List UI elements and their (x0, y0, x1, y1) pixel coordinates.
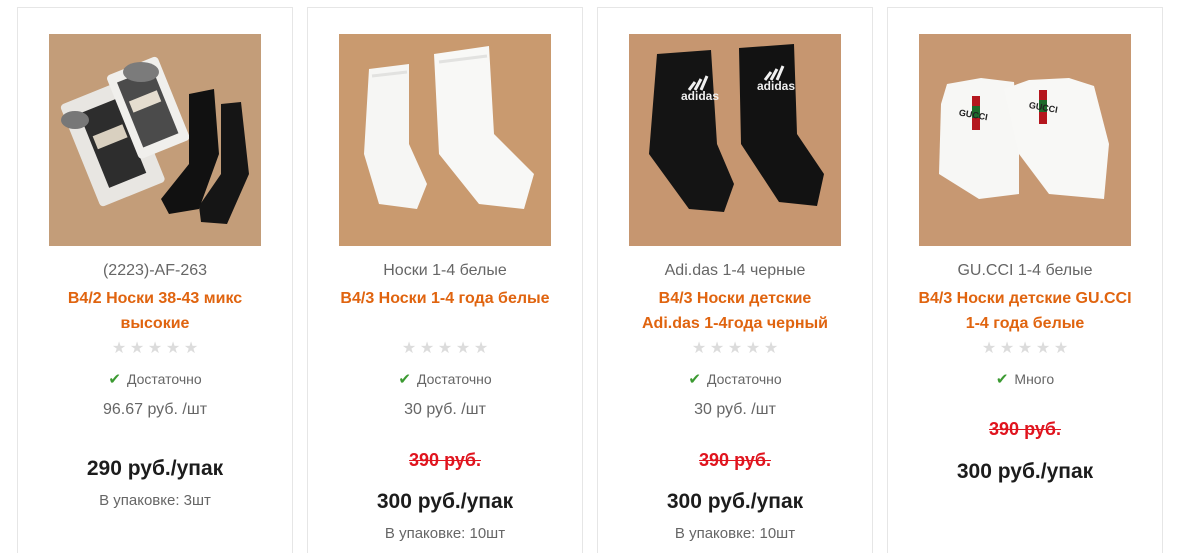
adidas-logo: adidas (757, 79, 795, 93)
star-icon[interactable]: ★ (981, 341, 997, 357)
old-price: 390 руб. (409, 450, 481, 470)
stock-status: ✔ Много (888, 370, 1162, 388)
product-image[interactable]: adidas adidas (629, 34, 841, 246)
product-article: Носки 1-4 белые (383, 262, 507, 279)
stock-status: ✔ Достаточно (598, 370, 872, 388)
star-icon[interactable]: ★ (727, 341, 743, 357)
product-card[interactable]: Носки 1-4 белые В4/3 Носки 1-4 года белы… (307, 7, 583, 553)
product-title-link[interactable]: В4/3 Носки 1-4 года белые (338, 286, 552, 311)
unit-price: 30 руб. /шт (694, 401, 776, 418)
check-icon: ✔ (108, 371, 121, 388)
pack-quantity: В упаковке: 10шт (674, 525, 796, 542)
product-article: Adi.das 1-4 черные (664, 262, 806, 279)
star-icon[interactable]: ★ (165, 341, 181, 357)
product-image[interactable] (49, 34, 261, 246)
star-icon[interactable]: ★ (183, 341, 199, 357)
product-title-link[interactable]: В4/3 Носки детские Adi.das 1-4года черны… (628, 286, 842, 336)
old-price: 390 руб. (699, 450, 771, 470)
product-image[interactable] (339, 34, 551, 246)
pack-quantity: В упаковке: 10шт (384, 525, 506, 542)
star-icon[interactable]: ★ (129, 341, 145, 357)
star-icon[interactable]: ★ (745, 341, 761, 357)
star-icon[interactable]: ★ (437, 341, 453, 357)
adidas-logo: adidas (681, 89, 719, 103)
pack-price: 300 руб./упак (376, 490, 514, 513)
old-price: 390 руб. (989, 419, 1061, 439)
unit-price: 30 руб. /шт (404, 401, 486, 418)
star-icon[interactable]: ★ (709, 341, 725, 357)
rating-stars[interactable]: ★ ★ ★ ★ ★ (308, 341, 582, 357)
pack-price: 300 руб./упак (666, 490, 804, 513)
product-title-link[interactable]: В4/3 Носки детские GU.CCI 1-4 года белые (918, 286, 1132, 336)
star-icon[interactable]: ★ (111, 341, 127, 357)
stock-label: Достаточно (126, 371, 202, 387)
star-icon[interactable]: ★ (1053, 341, 1069, 357)
rating-stars[interactable]: ★ ★ ★ ★ ★ (598, 341, 872, 357)
product-image[interactable]: GUCCI GUCCI (919, 34, 1131, 246)
pack-price: 300 руб./упак (956, 460, 1094, 483)
stock-label: Достаточно (416, 371, 492, 387)
product-title-link[interactable]: В4/2 Носки 38-43 микс высокие (48, 286, 262, 336)
star-icon[interactable]: ★ (419, 341, 435, 357)
star-icon[interactable]: ★ (763, 341, 779, 357)
star-icon[interactable]: ★ (455, 341, 471, 357)
pack-quantity: В упаковке: 3шт (99, 492, 211, 509)
stock-label: Достаточно (706, 371, 782, 387)
check-icon: ✔ (688, 371, 701, 388)
star-icon[interactable]: ★ (1017, 341, 1033, 357)
product-card[interactable]: (2223)-AF-263 В4/2 Носки 38-43 микс высо… (17, 7, 293, 553)
star-icon[interactable]: ★ (147, 341, 163, 357)
stock-status: ✔ Достаточно (18, 370, 292, 388)
check-icon: ✔ (398, 371, 411, 388)
star-icon[interactable]: ★ (999, 341, 1015, 357)
star-icon[interactable]: ★ (473, 341, 489, 357)
product-article: GU.CCI 1-4 белые (957, 262, 1093, 279)
stock-label: Много (1014, 371, 1055, 387)
product-article: (2223)-AF-263 (102, 262, 208, 279)
pack-price: 290 руб./упак (86, 457, 224, 480)
product-card[interactable]: GUCCI GUCCI GU.CCI 1-4 белые В4/3 Носки … (887, 7, 1163, 553)
product-card[interactable]: adidas adidas Adi.das 1-4 черные В4/3 Но… (597, 7, 873, 553)
star-icon[interactable]: ★ (401, 341, 417, 357)
stock-status: ✔ Достаточно (308, 370, 582, 388)
star-icon[interactable]: ★ (691, 341, 707, 357)
unit-price: 96.67 руб. /шт (102, 401, 208, 418)
check-icon: ✔ (995, 371, 1009, 388)
rating-stars[interactable]: ★ ★ ★ ★ ★ (888, 341, 1162, 357)
star-icon[interactable]: ★ (1035, 341, 1051, 357)
rating-stars[interactable]: ★ ★ ★ ★ ★ (18, 341, 292, 357)
